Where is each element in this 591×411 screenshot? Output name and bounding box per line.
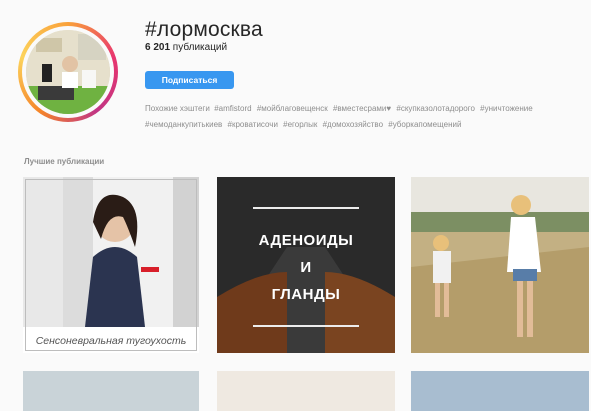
- post-count: 6 201 публикаций: [145, 42, 227, 53]
- post-tile[interactable]: Сенсоневральная тугоухость: [23, 177, 199, 353]
- post-tile[interactable]: [411, 177, 589, 353]
- overlay-line: И: [300, 259, 312, 276]
- related-hashtag[interactable]: #уборкапомещений: [388, 120, 461, 129]
- related-hashtag[interactable]: #чемоданкупитькиев: [145, 120, 222, 129]
- related-hashtag[interactable]: #скупказолотадорого: [396, 104, 475, 113]
- text-divider-top: [253, 207, 359, 209]
- related-hashtag[interactable]: #уничтожение: [480, 104, 533, 113]
- related-hashtag[interactable]: #вместесрами♥: [333, 104, 391, 113]
- text-divider-bottom: [253, 325, 359, 327]
- overlay-line: АДЕНОИДЫ: [258, 232, 354, 249]
- related-hashtags-label: Похожие хэштеги: [145, 104, 210, 113]
- post-overlay-text: АДЕНОИДЫ И ГЛАНДЫ: [217, 227, 395, 308]
- related-hashtag[interactable]: #домохозяйство: [323, 120, 383, 129]
- post-tile[interactable]: [217, 371, 395, 411]
- top-posts-label: Лучшие публикации: [24, 157, 105, 166]
- avatar-photo: [26, 30, 110, 114]
- post-count-label: публикаций: [170, 42, 228, 53]
- post-image: [411, 177, 589, 353]
- related-hashtag[interactable]: #кроватисочи: [228, 120, 278, 129]
- post-tile[interactable]: АДЕНОИДЫ И ГЛАНДЫ: [217, 177, 395, 353]
- related-hashtag[interactable]: #егорлык: [283, 120, 317, 129]
- hashtag-title: #лормосква: [145, 18, 263, 41]
- post-caption: Сенсоневральная тугоухость: [35, 335, 187, 347]
- post-count-number: 6 201: [145, 42, 171, 53]
- subscribe-button[interactable]: Подписаться: [145, 71, 234, 89]
- related-hashtags: Похожие хэштеги #amfistord #мойблаговеще…: [145, 101, 545, 133]
- overlay-line: ГЛАНДЫ: [271, 286, 341, 303]
- post-frame: [25, 179, 197, 351]
- post-tile[interactable]: [23, 371, 199, 411]
- hashtag-avatar: [18, 22, 118, 122]
- related-hashtag[interactable]: #мойблаговещенск: [257, 104, 328, 113]
- post-tile[interactable]: [411, 371, 589, 411]
- related-hashtag[interactable]: #amfistord: [214, 104, 251, 113]
